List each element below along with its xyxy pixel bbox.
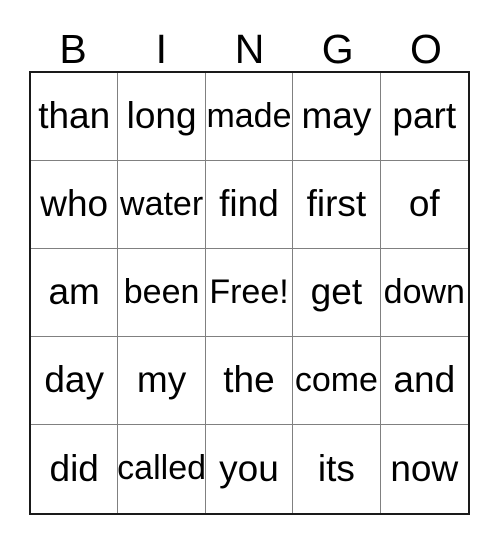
bingo-cell-label: you (219, 447, 279, 489)
bingo-cell-r4c5[interactable]: and (380, 337, 468, 425)
bingo-cell-free-space[interactable]: Free! (205, 249, 294, 337)
bingo-cell-r3c5[interactable]: down (380, 249, 468, 337)
header-letter-o: O (409, 26, 442, 72)
bingo-cell-r1c2[interactable]: long (118, 73, 206, 161)
bingo-cell-r4c3[interactable]: the (205, 337, 294, 425)
bingo-cell-r5c2[interactable]: called (118, 425, 206, 513)
bingo-card-page: B I N G O than long made may part who wa… (0, 0, 500, 544)
bingo-cell-r2c2[interactable]: water (118, 161, 206, 249)
bingo-cell-r3c1[interactable]: am (31, 249, 119, 337)
bingo-cell-label: called (118, 449, 206, 487)
bingo-cell-r1c3[interactable]: made (205, 73, 294, 161)
bingo-grid: than long made may part who water find f… (29, 71, 470, 515)
bingo-cell-label: come (294, 360, 378, 399)
bingo-cell-r5c1[interactable]: did (31, 425, 119, 513)
bingo-cell-label: been (123, 272, 200, 311)
header-letter-g: G (321, 26, 354, 72)
bingo-cell-label: its (317, 447, 355, 489)
bingo-cell-label: get (310, 271, 363, 312)
bingo-cell-r5c3[interactable]: you (205, 425, 294, 513)
bingo-cell-r2c5[interactable]: of (380, 161, 468, 249)
bingo-cell-label: find (219, 183, 279, 224)
bingo-cell-label: than (38, 95, 111, 136)
bingo-cell-label: part (392, 95, 457, 136)
header-letter-i: I (155, 26, 167, 72)
bingo-cell-r3c2[interactable]: been (118, 249, 206, 337)
bingo-cell-label: first (306, 183, 367, 224)
bingo-header-letters: B I N G O (29, 22, 470, 71)
bingo-cell-label: did (49, 447, 99, 489)
bingo-cell-label: now (390, 447, 459, 489)
free-space-label: Free! (209, 272, 289, 311)
bingo-cell-r1c1[interactable]: than (31, 73, 119, 161)
bingo-cell-label: the (223, 359, 275, 400)
bingo-cell-label: and (393, 359, 456, 400)
bingo-cell-label: long (126, 95, 197, 136)
bingo-cell-r3c4[interactable]: get (293, 249, 381, 337)
bingo-cell-r2c3[interactable]: find (205, 161, 294, 249)
header-letter-n: N (234, 26, 265, 72)
bingo-cell-r1c4[interactable]: may (293, 73, 381, 161)
bingo-cell-label: may (301, 95, 372, 136)
bingo-cell-r2c4[interactable]: first (293, 161, 381, 249)
bingo-cell-label: down (383, 272, 465, 311)
bingo-cell-r4c2[interactable]: my (118, 337, 206, 425)
bingo-cell-r2c1[interactable]: who (31, 161, 119, 249)
bingo-cell-label: am (48, 271, 100, 312)
bingo-cell-r5c4[interactable]: its (293, 425, 381, 513)
header-letter-b: B (59, 26, 87, 72)
bingo-cell-r5c5[interactable]: now (380, 425, 468, 513)
bingo-cell-r1c5[interactable]: part (380, 73, 468, 161)
bingo-cell-r4c1[interactable]: day (31, 337, 119, 425)
bingo-cell-label: of (408, 183, 440, 224)
bingo-cell-r4c4[interactable]: come (293, 337, 381, 425)
bingo-cell-label: my (136, 359, 187, 400)
bingo-cell-label: water (120, 184, 204, 223)
bingo-cell-label: made (206, 96, 292, 135)
bingo-cell-label: who (40, 183, 109, 224)
bingo-cell-label: day (44, 359, 105, 400)
